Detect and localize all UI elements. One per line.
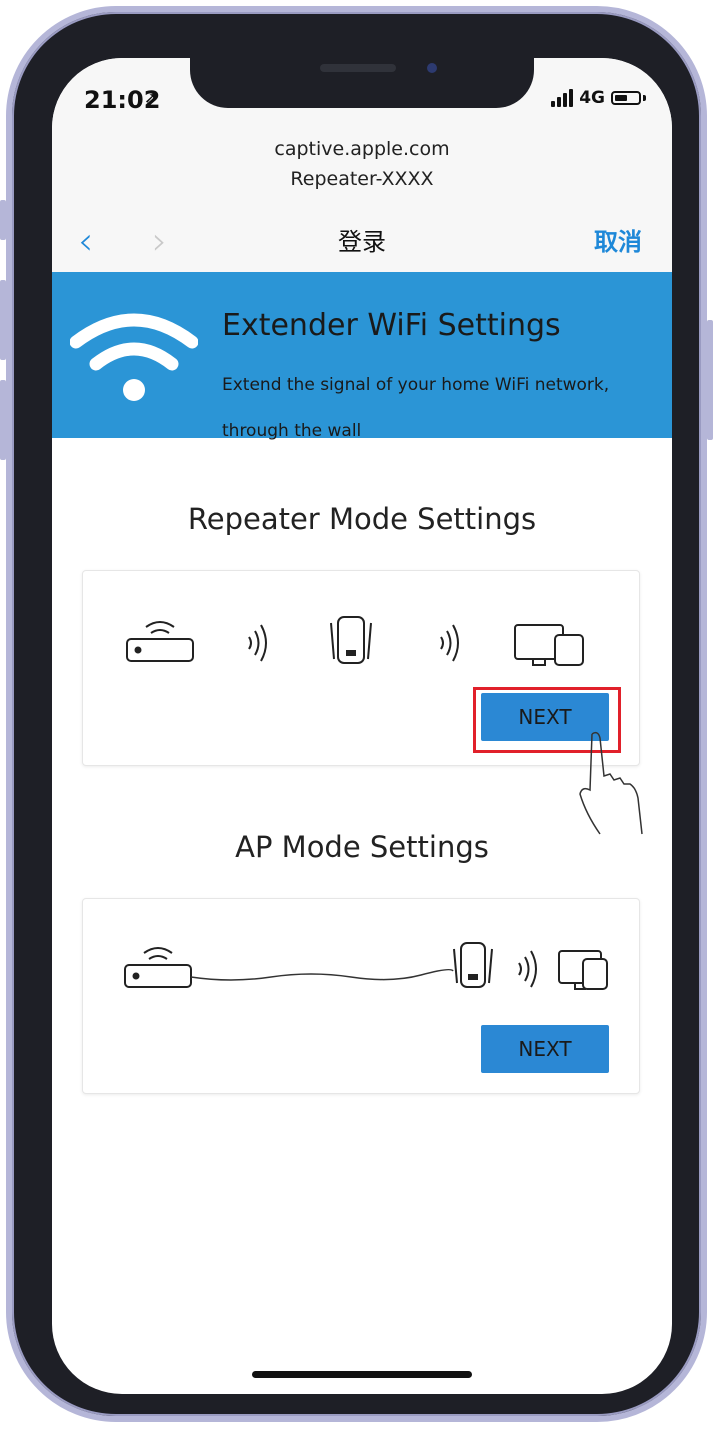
battery-icon	[611, 91, 641, 105]
devices-icon	[558, 950, 608, 990]
side-button	[0, 280, 6, 360]
signal-waves-icon	[440, 624, 459, 662]
cellular-signal-icon	[551, 89, 574, 107]
wifi-icon	[70, 313, 198, 401]
home-indicator[interactable]	[252, 1371, 472, 1378]
repeater-mode-card: NEXT	[82, 570, 640, 766]
repeater-diagram	[126, 616, 584, 666]
signal-waves-icon	[248, 624, 267, 662]
ap-mode-title: AP Mode Settings	[235, 830, 489, 864]
router-icon	[126, 621, 194, 662]
ap-next-button[interactable]: NEXT	[481, 1025, 609, 1073]
router-icon	[124, 947, 192, 988]
status-indicators: 4G	[551, 88, 646, 108]
signal-waves-icon	[518, 950, 537, 988]
cancel-button[interactable]: 取消	[594, 222, 642, 257]
ethernet-cable	[190, 968, 454, 981]
repeater-device-icon	[330, 616, 372, 664]
side-button	[0, 200, 6, 240]
side-button	[707, 320, 713, 440]
repeater-device-icon	[453, 942, 493, 988]
battery-tip	[643, 95, 646, 101]
hand-pointer-icon	[579, 731, 643, 835]
speaker-grille	[320, 64, 396, 72]
front-camera	[427, 63, 437, 73]
ap-diagram	[124, 942, 608, 990]
side-button	[0, 380, 6, 460]
devices-icon	[514, 624, 584, 666]
phone-screen: 21:02 ➚ 4G captive.apple.com Repeater-XX…	[52, 58, 672, 1394]
address-domain: captive.apple.com	[274, 138, 450, 160]
banner-subtitle: Extend the signal of your home WiFi netw…	[222, 375, 610, 441]
phone-notch	[190, 50, 534, 108]
header-banner: Extender WiFi Settings Extend the signal…	[52, 272, 672, 441]
nav-title: 登录	[338, 228, 386, 256]
location-arrow-icon: ➚	[144, 88, 158, 107]
ap-mode-card: NEXT	[82, 898, 640, 1094]
network-type: 4G	[579, 88, 605, 108]
repeater-mode-title: Repeater Mode Settings	[187, 502, 537, 536]
address-page: Repeater-XXXX	[290, 168, 434, 190]
banner-title: Extender WiFi Settings	[222, 308, 561, 343]
